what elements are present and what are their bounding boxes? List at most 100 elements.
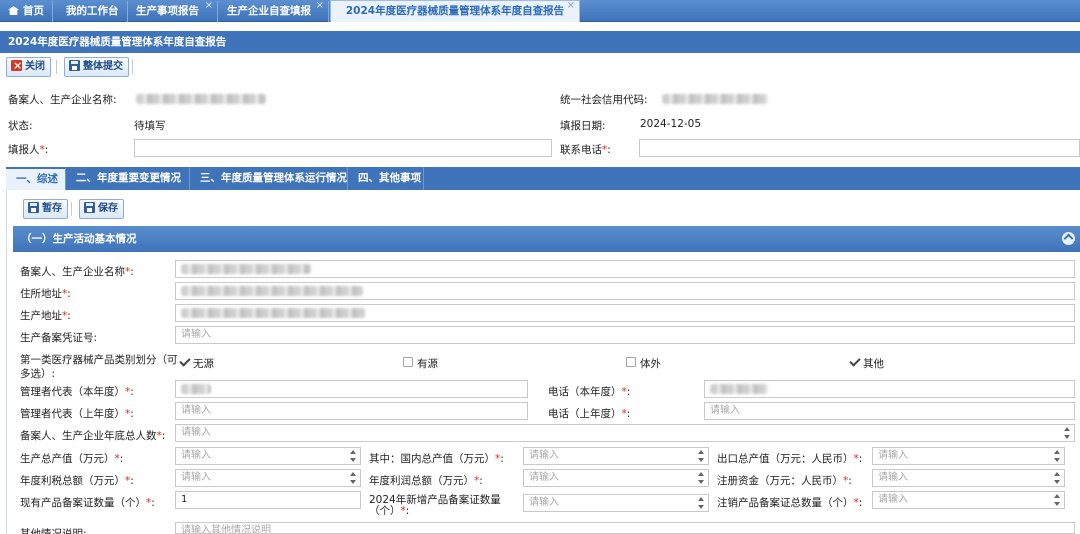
credit-code-label: 统一社会信用代码:	[560, 94, 648, 106]
phone-current-label: 电话（本年度）*:	[548, 386, 631, 398]
phone-current-redacted	[710, 384, 768, 394]
section-tab-bar: 一、综述 二、年度重要变更情况 三、年度质量管理体系运行情况 四、其他事项	[6, 167, 1080, 190]
tab-overview[interactable]: 一、综述	[6, 167, 66, 190]
capital-input[interactable]: 请输入	[872, 469, 1065, 487]
close-button[interactable]: 关闭	[6, 57, 51, 77]
phone-input[interactable]	[639, 139, 1080, 157]
tab-annual-changes[interactable]: 二、年度重要变更情况	[66, 167, 190, 190]
draft-button[interactable]: 暂存	[23, 199, 68, 219]
status-label: 状态:	[8, 120, 33, 132]
tab-other-matters[interactable]: 四、其他事项	[348, 167, 424, 190]
phone-label: 联系电话*:	[560, 144, 611, 156]
main-toolbar: 关闭 整体提交	[0, 57, 1080, 79]
page-title: 2024年度医疗器械质量管理体系年度自查报告	[0, 31, 1080, 53]
production-address-redacted	[181, 308, 366, 318]
group-title: （一）生产活动基本情况	[21, 233, 137, 245]
spinner-icon[interactable]	[1054, 450, 1061, 462]
existing-cert-input[interactable]: 1	[175, 491, 361, 509]
tab-self-inspection[interactable]: 生产企业自查填报 ×	[219, 0, 329, 22]
cert-no-label: 生产备案凭证号:	[20, 332, 98, 344]
phone-previous-input[interactable]: 请输入	[704, 402, 1075, 420]
manager-current-input[interactable]	[175, 380, 528, 398]
tax-input[interactable]: 请输入	[175, 469, 361, 487]
date-label: 填报日期:	[560, 120, 606, 132]
category-label-cont: 多选）:	[20, 368, 56, 380]
save-icon	[28, 202, 39, 213]
manager-previous-label: 管理者代表（上年度）*:	[20, 408, 134, 420]
spinner-icon[interactable]	[1054, 472, 1061, 484]
tab-annual-report[interactable]: 2024年度医疗器械质量管理体系年度自查报告 ×	[330, 0, 580, 22]
spinner-icon[interactable]	[350, 472, 357, 484]
close-tab-icon[interactable]: ×	[205, 0, 213, 16]
domestic-output-label: 其中：国内总产值（万元）*:	[369, 453, 504, 465]
company-name-redacted	[181, 264, 311, 274]
manager-current-redacted	[181, 384, 211, 394]
company-name-redacted	[136, 94, 266, 104]
spinner-icon[interactable]	[698, 450, 705, 462]
submit-all-button[interactable]: 整体提交	[64, 57, 129, 77]
save-button[interactable]: 保存	[79, 199, 124, 219]
domestic-output-input[interactable]: 请输入	[523, 447, 709, 465]
production-address-label: 生产地址*:	[20, 310, 71, 322]
date-value: 2024-12-05	[640, 118, 702, 130]
save-icon	[69, 60, 80, 71]
home-icon	[8, 6, 19, 15]
tab-production-report[interactable]: 生产事项报告 ×	[128, 0, 218, 22]
existing-cert-label: 现有产品备案证数量（个）*:	[20, 497, 155, 509]
tab-qms-operation[interactable]: 三、年度质量管理体系运行情况	[190, 167, 348, 190]
spinner-icon[interactable]	[698, 497, 705, 509]
spinner-icon[interactable]	[1054, 494, 1061, 506]
category-passive-label: 无源	[193, 358, 214, 370]
top-tab-bar: 首页 我的工作台 生产事项报告 × 生产企业自查填报 × 2024年度医疗器械质量管…	[0, 0, 1080, 22]
profit-label: 年度利润总额（万元）*:	[369, 475, 483, 487]
other-notes-label: 其他情况说明:	[20, 528, 87, 534]
category-active-checkbox[interactable]	[403, 357, 413, 367]
other-notes-input[interactable]: 请输入其他情况说明	[175, 522, 1075, 534]
company-name-label: 备案人、生产企业名称*:	[20, 266, 134, 278]
headcount-input[interactable]: 请输入	[175, 424, 1075, 442]
toolbar-divider	[71, 202, 72, 216]
tax-label: 年度利税总额（万元）*:	[20, 475, 134, 487]
headcount-label: 备案人、生产企业年底总人数*:	[20, 430, 166, 442]
cancel-cert-label: 注销产品备案证总数量（个）*:	[717, 497, 863, 509]
manager-previous-input[interactable]: 请输入	[175, 402, 528, 420]
toolbar-divider	[56, 60, 57, 74]
category-passive-checkbox[interactable]	[179, 357, 189, 367]
tab-my-workbench[interactable]: 我的工作台	[58, 1, 128, 22]
capital-label: 注册资金（万元：人民币）*:	[717, 475, 852, 487]
tab-home[interactable]: 首页	[0, 1, 53, 22]
close-icon	[11, 57, 22, 75]
collapse-icon[interactable]	[1062, 232, 1075, 245]
spinner-icon[interactable]	[350, 450, 357, 462]
category-active-label: 有源	[417, 358, 438, 370]
category-other-checkbox[interactable]	[849, 357, 859, 367]
address-label: 住所地址*:	[20, 288, 71, 300]
save-icon	[84, 202, 95, 213]
new-cert-input[interactable]: 请输入	[523, 494, 709, 512]
new-cert-label: 2024年新增产品备案证数量（个）*:	[369, 494, 501, 517]
address-redacted	[181, 286, 363, 296]
gross-output-label: 生产总产值（万元）*:	[20, 453, 124, 465]
category-ivd-checkbox[interactable]	[626, 357, 636, 367]
company-label: 备案人、生产企业名称:	[8, 94, 117, 106]
credit-code-redacted	[662, 94, 768, 104]
export-output-input[interactable]: 请输入	[872, 447, 1065, 465]
close-tab-icon[interactable]: ×	[567, 0, 575, 16]
profit-input[interactable]: 请输入	[523, 469, 709, 487]
manager-current-label: 管理者代表（本年度）*:	[20, 386, 134, 398]
category-label: 第一类医疗器械产品类别划分（可	[20, 354, 178, 366]
spinner-icon[interactable]	[698, 472, 705, 484]
filler-label: 填报人*:	[8, 144, 49, 156]
spinner-icon[interactable]	[1064, 427, 1071, 439]
cert-no-input[interactable]: 请输入	[175, 326, 1075, 344]
toolbar-divider	[132, 60, 133, 74]
status-value: 待填写	[134, 120, 166, 132]
close-tab-icon[interactable]: ×	[316, 0, 324, 16]
category-ivd-label: 体外	[640, 358, 661, 370]
cancel-cert-input[interactable]: 请输入	[872, 491, 1065, 509]
filler-input[interactable]	[134, 139, 552, 157]
category-other-label: 其他	[863, 358, 884, 370]
group-header: （一）生产活动基本情况	[13, 226, 1080, 252]
gross-output-input[interactable]: 请输入	[175, 447, 361, 465]
phone-previous-label: 电话（上年度）*:	[548, 408, 631, 420]
